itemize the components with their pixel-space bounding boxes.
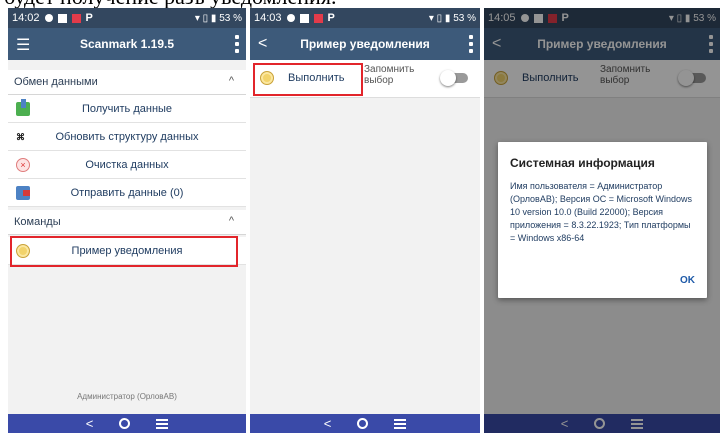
p-status-icon: P (85, 12, 93, 24)
overflow-menu-icon[interactable] (234, 34, 240, 54)
app-bar: < Пример уведомления (250, 28, 480, 60)
section-commands-label: Команды (14, 216, 61, 228)
menu-item-get-data[interactable]: Получить данные (8, 95, 246, 123)
back-arrow-icon[interactable]: < (258, 35, 267, 53)
home-icon[interactable] (357, 418, 369, 429)
get-data-icon (16, 99, 30, 116)
menu-item-label: Пример уведомления (71, 244, 183, 257)
settings-status-icon (44, 14, 53, 22)
remember-choice-toggle[interactable] (440, 70, 470, 86)
update-structure-icon: ⌘ (16, 132, 25, 142)
recents-icon[interactable] (394, 418, 407, 429)
status-right: ▾ ▯ ▮ 53 % (428, 12, 476, 24)
command-bar: Выполнить Запомнить выбор (250, 60, 480, 98)
status-time: 14:02 (12, 12, 40, 24)
section-exchange-label: Обмен данными (14, 76, 98, 88)
notification-coin-icon (16, 244, 30, 258)
app-title: Пример уведомления (300, 37, 430, 51)
app-bar: ☰ Scanmark 1.19.5 (8, 28, 246, 60)
status-bar: 14:03 P ▾ ▯ ▮ 53 % (250, 8, 480, 28)
run-label: Выполнить (288, 72, 345, 84)
toggle-knob (440, 70, 456, 86)
status-bar: 14:02 P ▾ ▯ ▮ 53 % (8, 8, 246, 28)
notification-status-icon (299, 13, 309, 23)
status-time: 14:03 (254, 12, 282, 24)
menu-item-clear-data[interactable]: × Очистка данных (8, 151, 246, 179)
notification-status-icon (57, 13, 67, 23)
app-title: Scanmark 1.19.5 (79, 37, 175, 51)
section-commands[interactable]: Команды ^ (8, 210, 246, 235)
menu-item-label: Отправить данные (0) (70, 186, 184, 199)
menu-item-label: Очистка данных (85, 158, 169, 171)
notification-coin-icon (260, 71, 274, 85)
home-icon[interactable] (119, 418, 131, 429)
chevron-up-icon[interactable]: ^ (229, 75, 234, 87)
back-arrow-icon[interactable]: < (86, 414, 94, 433)
menu-item-notification-example[interactable]: Пример уведомления (8, 237, 246, 265)
menu-item-label: Получить данные (81, 102, 173, 115)
menu-item-send-data[interactable]: Отправить данные (0) (8, 179, 246, 207)
dialog-ok-button[interactable]: OK (680, 275, 695, 286)
status-right: ▾ ▯ ▮ 53 % (194, 12, 242, 24)
caption-label: будет получение разъ уведомления. (4, 0, 336, 8)
phone-main-menu: 14:02 P ▾ ▯ ▮ 53 % ☰ Scanmark 1.19.5 Обм… (8, 8, 246, 433)
dialog-body: Имя пользователя = Администратор (ОрловА… (510, 181, 693, 243)
dialog-title: Системная информация (510, 156, 655, 170)
caption-text: будет получение разъ уведомления. (0, 0, 720, 8)
app-status-icon (313, 13, 323, 23)
overflow-menu-icon[interactable] (468, 34, 474, 54)
chevron-up-icon[interactable]: ^ (229, 215, 234, 227)
menu-item-label: Обновить структуру данных (55, 130, 199, 143)
section-exchange[interactable]: Обмен данными ^ (8, 70, 246, 95)
p-status-icon: P (327, 12, 335, 24)
menu-item-update-structure[interactable]: ⌘ Обновить структуру данных (8, 123, 246, 151)
system-info-dialog: Системная информация Имя пользователя = … (498, 142, 707, 298)
phone-notification-screen: 14:03 P ▾ ▯ ▮ 53 % < Пример уведомления … (250, 8, 480, 433)
hamburger-icon[interactable]: ☰ (16, 35, 30, 55)
footer-user: Администратор (ОрловАВ) (77, 392, 177, 401)
nav-bar: < (8, 414, 246, 433)
run-button[interactable]: Выполнить (260, 66, 344, 90)
remember-choice-label: Запомнить выбор (364, 64, 415, 86)
clear-data-icon: × (16, 158, 30, 172)
back-arrow-icon[interactable]: < (324, 414, 332, 433)
app-status-icon (71, 13, 81, 23)
recents-icon[interactable] (156, 418, 169, 429)
settings-status-icon (286, 14, 295, 22)
send-data-icon (16, 186, 30, 200)
phone-system-info-dialog: 14:05 P ▾ ▯ ▮ 53 % < Пример уведомления … (484, 8, 720, 433)
nav-bar: < (250, 414, 480, 433)
